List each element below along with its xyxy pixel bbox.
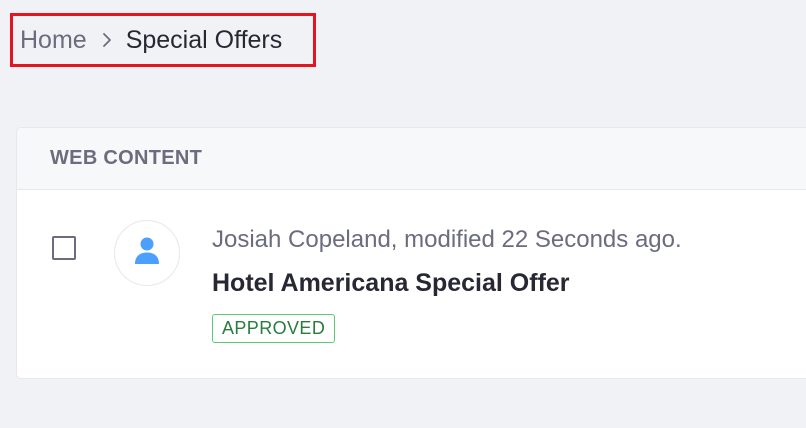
panel-title: WEB CONTENT xyxy=(50,147,203,169)
user-icon xyxy=(134,236,160,271)
item-title-link[interactable]: Hotel Americana Special Offer xyxy=(212,269,570,298)
select-checkbox[interactable] xyxy=(52,236,76,260)
avatar xyxy=(114,220,180,286)
breadcrumb-current: Special Offers xyxy=(125,26,283,54)
status-badge: APPROVED xyxy=(212,314,336,343)
list-item: Josiah Copeland, modified 22 Seconds ago… xyxy=(17,190,806,378)
breadcrumb: Home Special Offers xyxy=(20,25,282,55)
breadcrumb-highlight: Home Special Offers xyxy=(10,13,316,67)
panel-header: WEB CONTENT xyxy=(17,128,806,190)
chevron-right-icon xyxy=(101,32,113,48)
breadcrumb-home-link[interactable]: Home xyxy=(20,25,87,55)
web-content-panel: WEB CONTENT Josiah Copeland, modified 22… xyxy=(16,127,806,379)
item-meta: Josiah Copeland, modified 22 Seconds ago… xyxy=(212,226,682,253)
